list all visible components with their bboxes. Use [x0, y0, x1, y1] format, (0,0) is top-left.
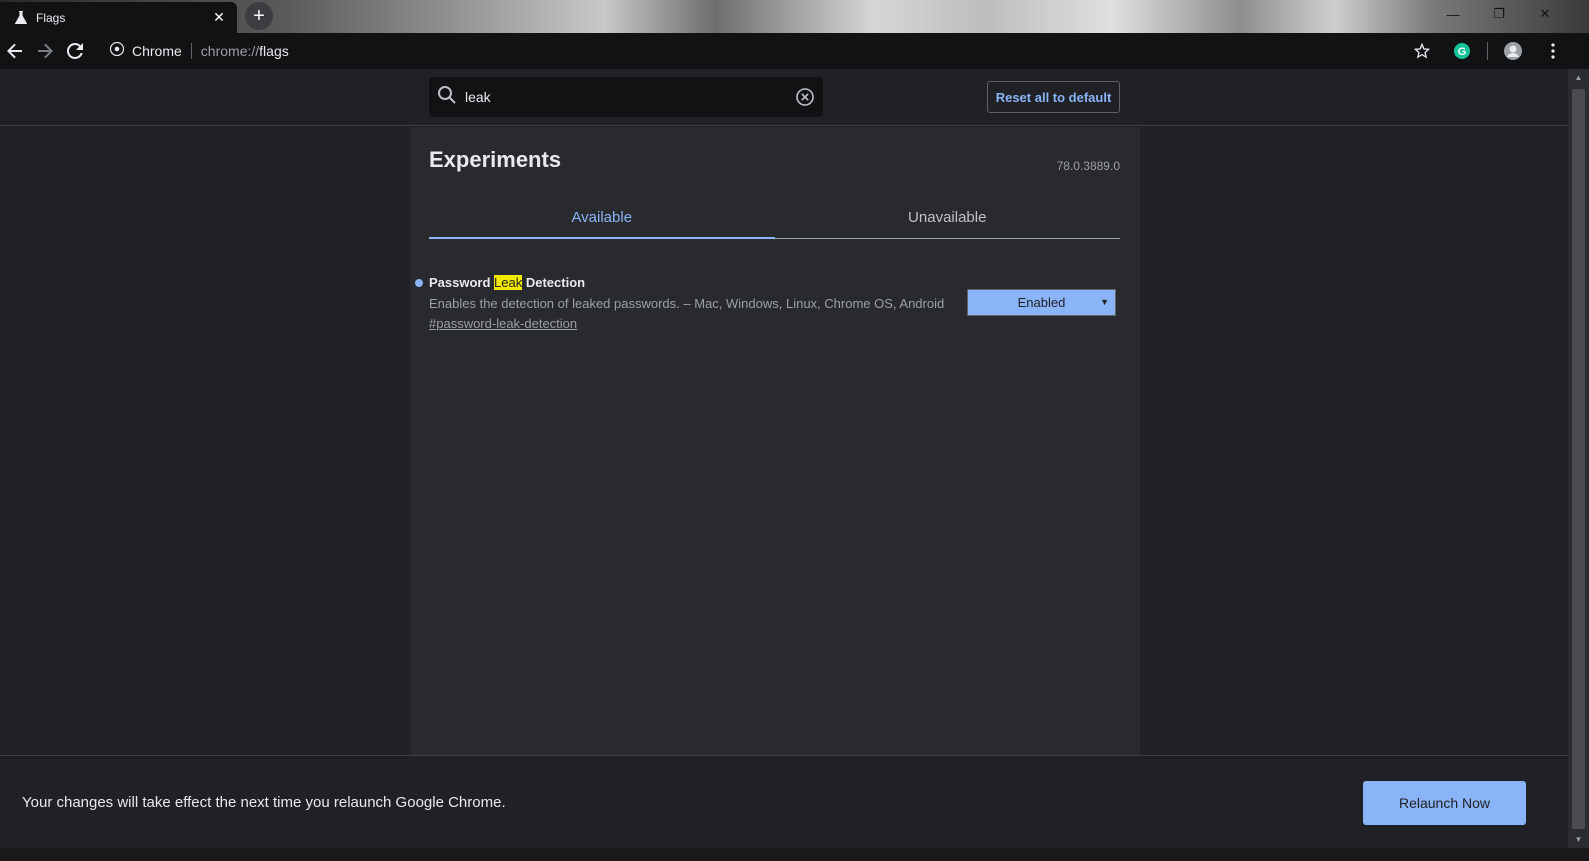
new-tab-button[interactable]: +	[245, 2, 273, 30]
title-bar: Flags ✕ + — ❐ ✕	[0, 0, 1589, 33]
relaunch-message: Your changes will take effect the next t…	[22, 794, 506, 811]
tab-unavailable[interactable]: Unavailable	[775, 197, 1121, 238]
relaunch-now-button[interactable]: Relaunch Now	[1363, 781, 1526, 825]
flags-header: Reset all to default	[0, 69, 1568, 126]
search-box[interactable]	[429, 77, 823, 117]
flask-icon	[14, 11, 28, 25]
browser-tab[interactable]: Flags ✕	[0, 2, 237, 33]
tab-close-icon[interactable]: ✕	[209, 8, 229, 28]
browser-toolbar: Chrome chrome://flags G	[0, 33, 1589, 69]
reset-all-button[interactable]: Reset all to default	[987, 81, 1120, 113]
tab-title: Flags	[36, 10, 66, 25]
clear-search-icon[interactable]	[795, 87, 815, 107]
grammarly-extension-icon[interactable]: G	[1447, 36, 1477, 66]
minimize-button[interactable]: —	[1430, 0, 1476, 28]
chrome-logo-icon	[109, 41, 125, 61]
forward-button[interactable]	[30, 36, 60, 66]
address-bar[interactable]: Chrome chrome://flags	[102, 36, 1452, 66]
modified-dot-icon	[415, 279, 423, 287]
profile-avatar-icon[interactable]	[1498, 36, 1528, 66]
taskbar-edge	[0, 848, 1589, 861]
version-label: 78.0.3889.0	[1056, 159, 1120, 173]
selected-option: Enabled	[1017, 295, 1066, 310]
menu-kebab-icon[interactable]	[1538, 36, 1568, 66]
tab-available[interactable]: Available	[429, 197, 775, 239]
experiment-name-start: Password	[429, 275, 495, 290]
dropdown-caret-icon: ▼	[1100, 297, 1109, 307]
maximize-button[interactable]: ❐	[1476, 0, 1522, 28]
experiment-permalink[interactable]: #password-leak-detection	[429, 316, 577, 331]
url-host: flags	[259, 43, 289, 59]
forward-arrow-icon	[38, 43, 53, 59]
search-input[interactable]	[465, 89, 775, 105]
experiment-description: Enables the detection of leaked password…	[429, 296, 945, 311]
relaunch-banner: Your changes will take effect the next t…	[0, 755, 1568, 848]
search-highlight: Leak	[494, 275, 523, 290]
site-label: Chrome	[132, 43, 182, 59]
toolbar-divider	[1487, 42, 1488, 60]
experiment-state-select[interactable]: Enabled ▼	[967, 289, 1116, 316]
scroll-down-icon[interactable]: ▼	[1568, 831, 1589, 848]
experiment-name-end: Detection	[522, 275, 586, 290]
scroll-up-icon[interactable]: ▲	[1568, 69, 1589, 86]
experiments-tabs: Available Unavailable	[429, 197, 1120, 239]
svg-text:G: G	[1458, 46, 1467, 58]
reload-button[interactable]	[60, 36, 90, 66]
page-title: Experiments	[429, 147, 562, 172]
page-scrollbar[interactable]: ▲ ▼	[1568, 69, 1589, 848]
experiments-panel: Experiments 78.0.3889.0 Available Unavai…	[410, 127, 1140, 755]
window-controls: — ❐ ✕	[1430, 0, 1568, 28]
reload-icon	[67, 43, 83, 59]
experiment-item: Password Leak Detection Enables the dete…	[415, 273, 1120, 333]
back-arrow-icon	[7, 43, 22, 59]
search-icon	[437, 85, 457, 110]
bookmark-star-icon[interactable]	[1407, 36, 1437, 66]
experiment-name: Password Leak Detection	[429, 275, 585, 290]
scroll-thumb[interactable]	[1572, 89, 1585, 829]
url-text: chrome://flags	[201, 43, 289, 59]
toolbar-actions: G	[1407, 36, 1568, 66]
close-window-button[interactable]: ✕	[1522, 0, 1568, 28]
back-button[interactable]	[0, 36, 30, 66]
omnibox-separator	[190, 43, 192, 59]
url-scheme: chrome://	[200, 43, 260, 59]
